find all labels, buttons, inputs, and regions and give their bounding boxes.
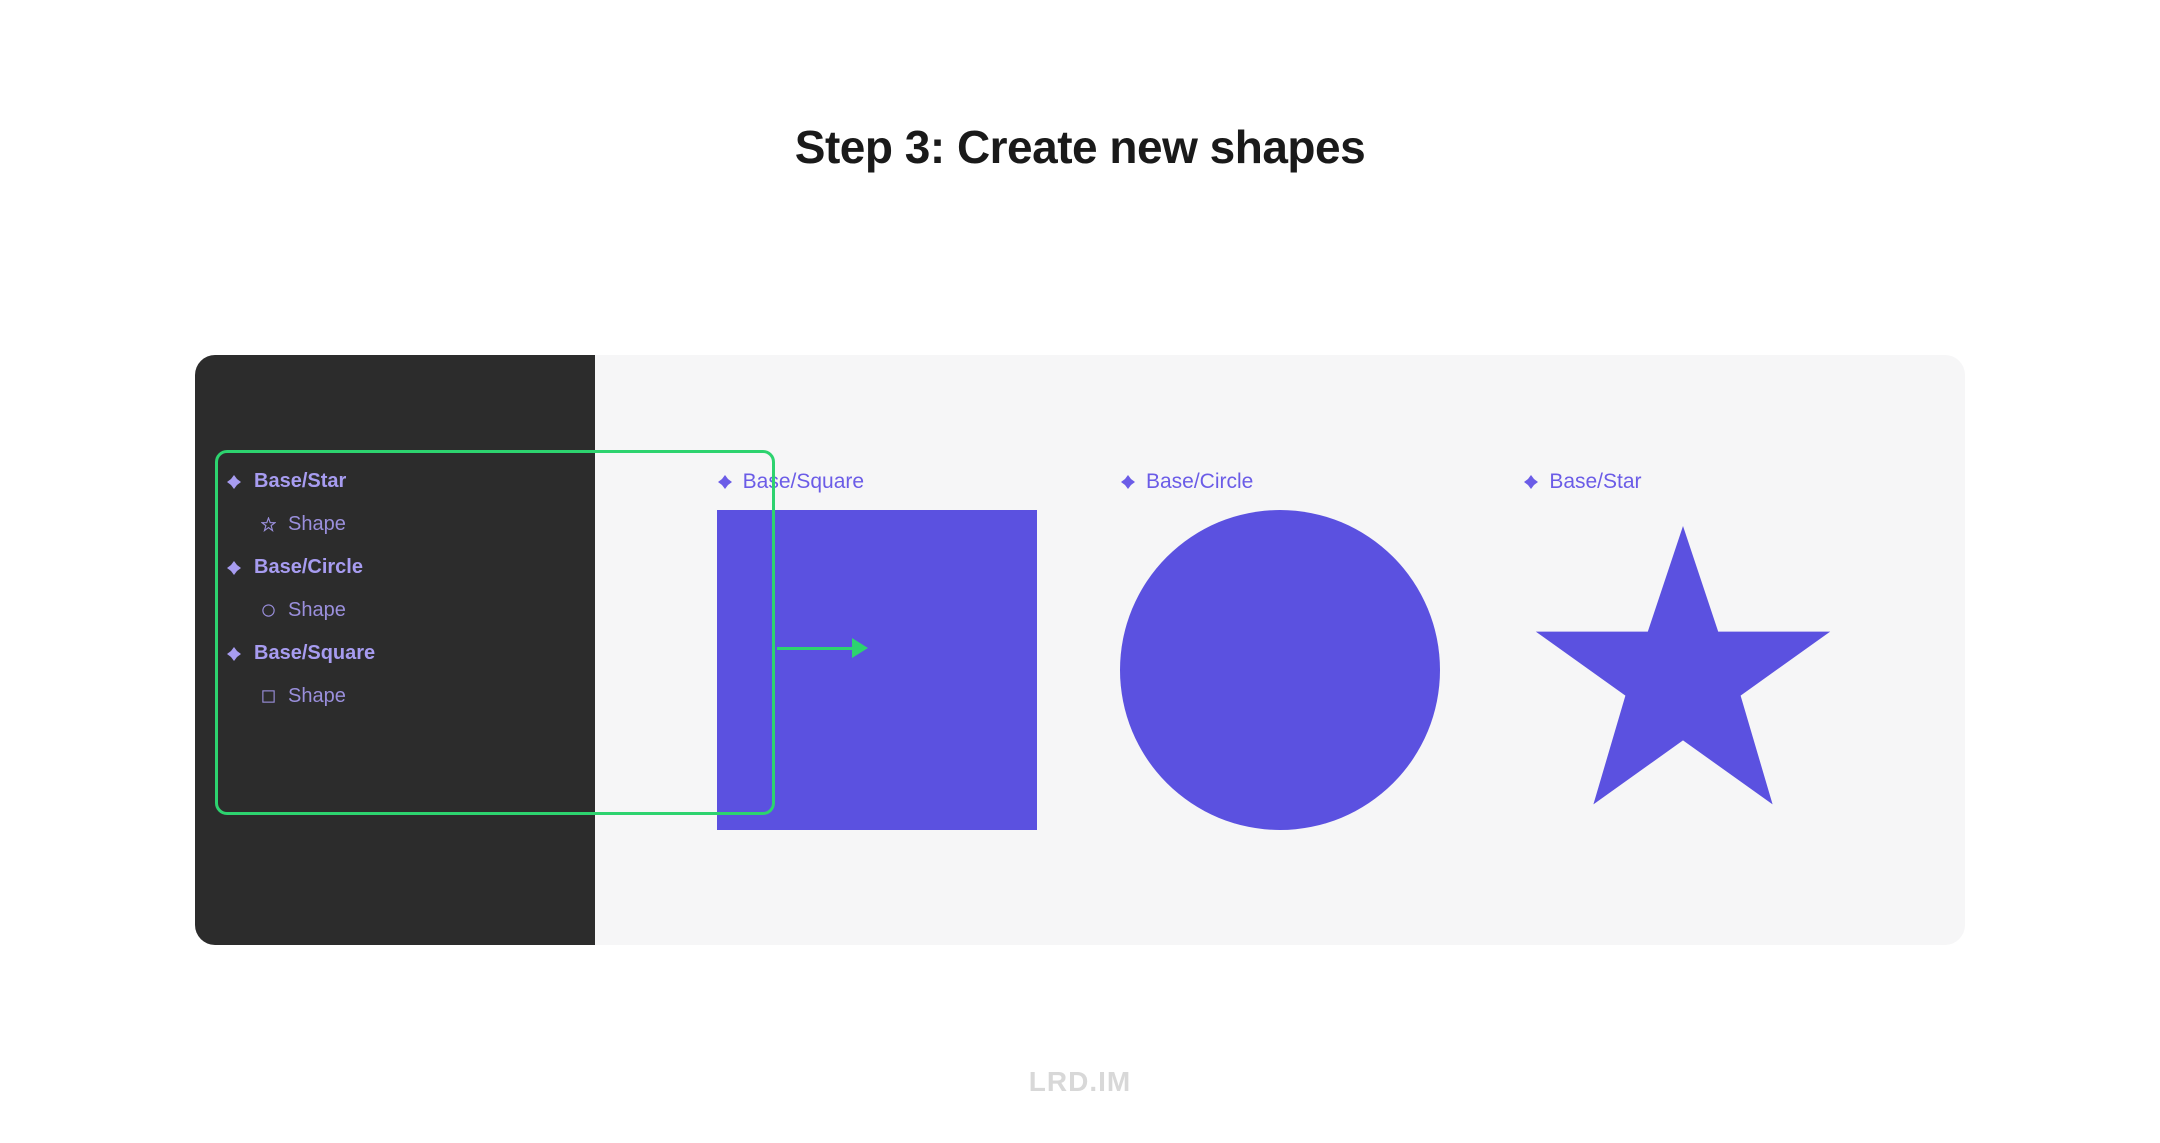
shape-label-text: Base/Star — [1549, 470, 1641, 494]
layer-label: Base/Star — [254, 470, 346, 493]
shape-label-square: Base/Square — [717, 470, 864, 494]
component-icon — [717, 474, 733, 490]
layer-child-square[interactable]: Shape — [220, 675, 570, 718]
shape-label-text: Base/Circle — [1146, 470, 1253, 494]
layer-item-star[interactable]: Base/Star — [220, 460, 570, 503]
shape-group-star: Base/Star — [1523, 470, 1843, 830]
layers-panel: Base/Star Shape Base/Circle Shape — [195, 355, 595, 945]
layer-child-label: Shape — [288, 513, 346, 536]
layer-item-circle[interactable]: Base/Circle — [220, 546, 570, 589]
layer-child-label: Shape — [288, 685, 346, 708]
shape-label-star: Base/Star — [1523, 470, 1641, 494]
arrow-indicator — [587, 635, 857, 665]
star-shape[interactable] — [1523, 510, 1843, 830]
component-icon — [1120, 474, 1136, 490]
layer-child-label: Shape — [288, 599, 346, 622]
component-icon — [1523, 474, 1539, 490]
layer-label: Base/Square — [254, 642, 375, 665]
circle-icon — [260, 603, 276, 619]
square-icon — [260, 689, 276, 705]
watermark: LRD.IM — [1029, 1066, 1131, 1098]
arrow-head-icon — [852, 638, 868, 658]
shape-label-circle: Base/Circle — [1120, 470, 1253, 494]
layer-item-square[interactable]: Base/Square — [220, 632, 570, 675]
circle-shape[interactable] — [1120, 510, 1440, 830]
layer-label: Base/Circle — [254, 556, 363, 579]
layer-child-circle[interactable]: Shape — [220, 589, 570, 632]
canvas-container: Base/Star Shape Base/Circle Shape — [195, 355, 1965, 945]
component-icon — [226, 646, 242, 662]
arrow-line — [777, 647, 857, 650]
square-shape[interactable] — [717, 510, 1037, 830]
layer-list: Base/Star Shape Base/Circle Shape — [220, 460, 570, 718]
shape-label-text: Base/Square — [743, 470, 864, 494]
layer-child-star[interactable]: Shape — [220, 503, 570, 546]
shape-group-circle: Base/Circle — [1120, 470, 1440, 830]
page-title: Step 3: Create new shapes — [0, 0, 2160, 174]
star-icon — [260, 517, 276, 533]
component-icon — [226, 474, 242, 490]
component-icon — [226, 560, 242, 576]
